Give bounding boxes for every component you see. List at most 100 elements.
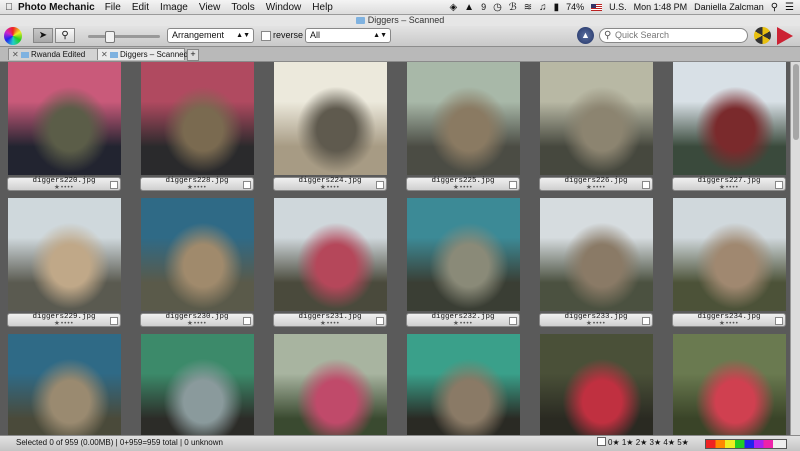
thumbnail-image[interactable] bbox=[141, 334, 254, 435]
thumbnail-cell[interactable]: diggers231.jpg ★•••• bbox=[273, 198, 387, 328]
thumbnail-cell[interactable]: diggers232.jpg ★•••• bbox=[406, 198, 520, 328]
dropbox-icon[interactable]: ◈ bbox=[449, 2, 457, 13]
thumbnail-image[interactable] bbox=[8, 62, 121, 175]
volume-icon[interactable]: ♫ bbox=[539, 2, 547, 13]
menu-tools[interactable]: Tools bbox=[231, 2, 254, 13]
thumbnail-rating[interactable]: ★•••• bbox=[274, 184, 386, 191]
app-menu[interactable]: Photo Mechanic bbox=[18, 2, 95, 13]
vertical-scrollbar[interactable] bbox=[790, 62, 800, 435]
sort-select[interactable]: Arrangement ▲▼ bbox=[167, 28, 254, 43]
color-class-icon[interactable] bbox=[4, 27, 22, 45]
scrollbar-thumb[interactable] bbox=[793, 64, 799, 140]
adobe-icon[interactable]: ▲ bbox=[464, 2, 474, 13]
thumbnail-cell[interactable]: diggers234.jpg ★•••• bbox=[672, 198, 786, 328]
notification-center-icon[interactable]: ☰ bbox=[785, 2, 794, 13]
thumbnail-image[interactable] bbox=[540, 334, 653, 435]
thumbnail-image[interactable] bbox=[673, 198, 786, 311]
close-icon[interactable]: ✕ bbox=[101, 49, 108, 61]
thumbnail-image[interactable] bbox=[274, 62, 387, 175]
color-class-filter[interactable] bbox=[705, 439, 787, 449]
tag-checkbox[interactable] bbox=[509, 181, 517, 189]
slider-knob[interactable] bbox=[105, 31, 115, 43]
tab-rwanda-edited[interactable]: ✕ Rwanda Edited bbox=[8, 48, 106, 60]
thumbnail-cell[interactable]: diggers229.jpg ★•••• bbox=[7, 198, 121, 328]
thumbnail-image[interactable] bbox=[141, 198, 254, 311]
tag-checkbox[interactable] bbox=[642, 317, 650, 325]
spotlight-icon[interactable]: ⚲ bbox=[771, 2, 778, 13]
thumbnail-rating[interactable]: ★•••• bbox=[673, 184, 785, 191]
tag-checkbox[interactable] bbox=[775, 317, 783, 325]
thumbnail-cell[interactable] bbox=[672, 334, 786, 435]
input-source[interactable]: U.S. bbox=[609, 2, 627, 12]
tag-checkbox[interactable] bbox=[376, 181, 384, 189]
menu-file[interactable]: File bbox=[105, 2, 121, 13]
menu-edit[interactable]: Edit bbox=[132, 2, 149, 13]
thumbnail-rating[interactable]: ★•••• bbox=[8, 320, 120, 327]
thumbnail-image[interactable] bbox=[540, 62, 653, 175]
radiation-icon[interactable] bbox=[754, 27, 771, 44]
us-flag-icon[interactable] bbox=[591, 3, 603, 11]
play-icon[interactable] bbox=[777, 27, 793, 45]
arrow-tool-button[interactable]: ➤ bbox=[33, 28, 53, 43]
thumbnail-rating[interactable]: ★•••• bbox=[540, 320, 652, 327]
thumbnail-cell[interactable]: diggers228.jpg ★•••• bbox=[140, 62, 254, 192]
battery-icon[interactable]: ▮ bbox=[554, 2, 560, 13]
thumbnail-rating[interactable]: ★•••• bbox=[673, 320, 785, 327]
tag-checkbox[interactable] bbox=[642, 181, 650, 189]
thumbnail-rating[interactable]: ★•••• bbox=[407, 320, 519, 327]
thumbnail-image[interactable] bbox=[141, 62, 254, 175]
menu-view[interactable]: View bbox=[199, 2, 221, 13]
rating-filter-checkbox[interactable] bbox=[597, 437, 606, 446]
quick-search-input[interactable]: ⚲ Quick Search bbox=[599, 28, 748, 43]
reverse-checkbox[interactable] bbox=[261, 31, 271, 41]
wifi-icon[interactable]: ≋ bbox=[524, 2, 532, 13]
thumbnail-size-slider[interactable] bbox=[88, 31, 160, 43]
thumbnail-cell[interactable]: diggers225.jpg ★•••• bbox=[406, 62, 520, 192]
thumbnail-image[interactable] bbox=[407, 198, 520, 311]
tag-checkbox[interactable] bbox=[243, 317, 251, 325]
thumbnail-cell[interactable] bbox=[406, 334, 520, 435]
thumbnail-cell[interactable] bbox=[7, 334, 121, 435]
thumbnail-image[interactable] bbox=[8, 198, 121, 311]
thumbnail-image[interactable] bbox=[673, 62, 786, 175]
thumbnail-cell[interactable] bbox=[273, 334, 387, 435]
thumbnail-rating[interactable]: ★•••• bbox=[8, 184, 120, 191]
thumbnail-cell[interactable]: diggers220.jpg ★•••• bbox=[7, 62, 121, 192]
thumbnail-cell[interactable] bbox=[140, 334, 254, 435]
clock[interactable]: Mon 1:48 PM bbox=[634, 2, 688, 12]
tag-checkbox[interactable] bbox=[509, 317, 517, 325]
thumbnail-rating[interactable]: ★•••• bbox=[141, 184, 253, 191]
thumbnail-rating[interactable]: ★•••• bbox=[407, 184, 519, 191]
menu-window[interactable]: Window bbox=[266, 2, 302, 13]
thumbnail-cell[interactable]: diggers230.jpg ★•••• bbox=[140, 198, 254, 328]
menu-image[interactable]: Image bbox=[160, 2, 188, 13]
thumbnail-cell[interactable]: diggers226.jpg ★•••• bbox=[539, 62, 653, 192]
close-icon[interactable]: ✕ bbox=[12, 49, 19, 61]
add-tab-button[interactable]: + bbox=[187, 49, 199, 61]
menu-help[interactable]: Help bbox=[312, 2, 333, 13]
bluetooth-icon[interactable]: ℬ bbox=[509, 2, 517, 13]
tag-checkbox[interactable] bbox=[243, 181, 251, 189]
thumbnail-cell[interactable]: diggers224.jpg ★•••• bbox=[273, 62, 387, 192]
user-name[interactable]: Daniella Zalcman bbox=[694, 2, 764, 12]
tag-checkbox[interactable] bbox=[110, 317, 118, 325]
tag-checkbox[interactable] bbox=[110, 181, 118, 189]
rating-filter[interactable]: 0★ 1★ 2★ 3★ 4★ 5★ bbox=[597, 436, 689, 450]
thumbnail-rating[interactable]: ★•••• bbox=[274, 320, 386, 327]
tab-diggers-scanned[interactable]: ✕ Diggers – Scanned bbox=[97, 48, 188, 61]
thumbnail-image[interactable] bbox=[274, 334, 387, 435]
tag-checkbox[interactable] bbox=[775, 181, 783, 189]
timemachine-icon[interactable]: ◷ bbox=[493, 2, 502, 13]
thumbnail-cell[interactable] bbox=[539, 334, 653, 435]
filter-select[interactable]: All ▲▼ bbox=[305, 28, 391, 43]
thumbnail-image[interactable] bbox=[540, 198, 653, 311]
compass-icon[interactable]: ▲ bbox=[577, 27, 594, 44]
thumbnail-cell[interactable]: diggers233.jpg ★•••• bbox=[539, 198, 653, 328]
thumbnail-image[interactable] bbox=[8, 334, 121, 435]
thumbnail-image[interactable] bbox=[407, 62, 520, 175]
tag-checkbox[interactable] bbox=[376, 317, 384, 325]
zoom-tool-button[interactable]: ⚲ bbox=[55, 28, 75, 43]
apple-menu-icon[interactable]:  bbox=[0, 2, 18, 13]
thumbnail-image[interactable] bbox=[274, 198, 387, 311]
thumbnail-rating[interactable]: ★•••• bbox=[540, 184, 652, 191]
